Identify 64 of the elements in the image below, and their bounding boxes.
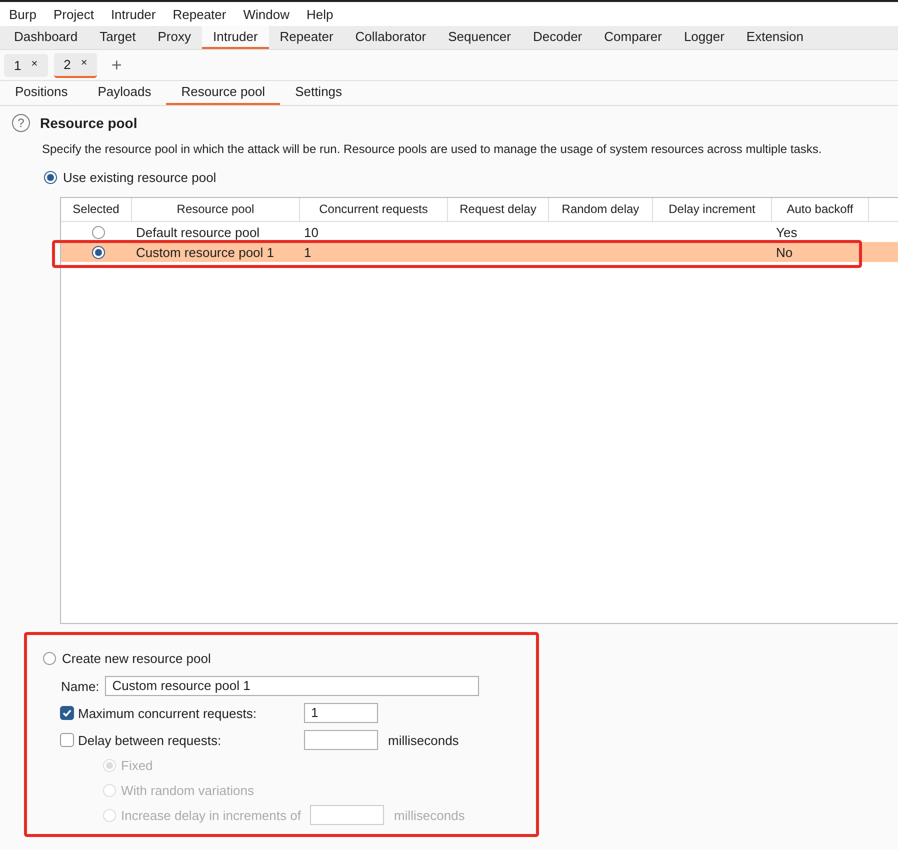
tool-tab[interactable]: Logger: [672, 26, 736, 49]
row-radio-button[interactable]: [92, 246, 105, 258]
tool-tab[interactable]: Target: [88, 26, 147, 49]
section-title: Resource pool: [40, 115, 138, 131]
attack-tab[interactable]: 2 ×: [54, 52, 98, 78]
close-icon[interactable]: ×: [31, 58, 38, 72]
radio-label: With random variations: [121, 782, 254, 798]
menu-item[interactable]: Intruder: [110, 6, 156, 22]
unit-label: milliseconds: [388, 732, 459, 748]
radio-label: Use existing resource pool: [63, 170, 216, 185]
number-field[interactable]: [310, 805, 384, 825]
checkbox-label: Delay between requests:: [78, 732, 222, 748]
tool-tab[interactable]: Intruder: [202, 26, 269, 49]
table-cell: No: [776, 244, 793, 260]
unit-label: milliseconds: [394, 808, 465, 822]
row-radio-button[interactable]: [92, 226, 105, 238]
table-row[interactable]: Default resource pool 10 Yes: [61, 222, 898, 242]
radio-button[interactable]: [43, 652, 56, 665]
tool-tab[interactable]: Comparer: [593, 26, 673, 49]
table-cell: Yes: [776, 224, 798, 240]
column-header[interactable]: Request delay: [448, 198, 549, 221]
number-field[interactable]: [304, 730, 378, 750]
checkbox[interactable]: [60, 706, 74, 720]
close-icon[interactable]: ×: [80, 56, 88, 72]
add-tab-button[interactable]: +: [103, 54, 130, 76]
tool-tab[interactable]: Sequencer: [437, 26, 522, 49]
section-description: Specify the resource pool in which the attack will be run. Resource pools are used to manage the usage of system resources across multiple tasks.: [42, 142, 823, 156]
radio-label: Fixed: [121, 758, 153, 772]
tool-tab[interactable]: Decoder: [522, 26, 594, 49]
section-tab[interactable]: Settings: [280, 81, 358, 105]
tool-tab[interactable]: Collaborator: [344, 26, 438, 49]
section-tab[interactable]: Payloads: [82, 81, 166, 105]
column-header[interactable]: Resource pool: [132, 198, 300, 221]
column-header[interactable]: Random delay: [549, 198, 653, 221]
table-row[interactable]: Custom resource pool 1 1 No: [61, 242, 898, 262]
name-field[interactable]: Custom resource pool 1: [105, 676, 480, 696]
tool-tab[interactable]: Proxy: [146, 26, 202, 49]
tool-tab[interactable]: Dashboard: [0, 26, 89, 49]
table-cell: 1: [304, 244, 312, 260]
menu-item[interactable]: Project: [53, 6, 94, 22]
menu-item[interactable]: Repeater: [172, 6, 226, 22]
section-tab[interactable]: Resource pool: [166, 81, 280, 105]
help-icon[interactable]: ?: [12, 114, 30, 132]
tool-tab[interactable]: Repeater: [268, 26, 344, 49]
number-field[interactable]: 1: [304, 703, 378, 723]
column-header[interactable]: Auto backoff: [772, 198, 869, 221]
menu-item[interactable]: Help: [306, 6, 334, 22]
table-cell: 10: [304, 224, 318, 240]
menu-item[interactable]: Burp: [9, 6, 36, 22]
radio-label: Create new resource pool: [62, 651, 211, 666]
section-tab[interactable]: Positions: [0, 81, 83, 105]
column-header[interactable]: Delay increment: [653, 198, 772, 221]
tool-tab[interactable]: Extension: [735, 26, 806, 49]
table-cell: Default resource pool: [136, 224, 260, 240]
checkbox-label: Maximum concurrent requests:: [78, 706, 258, 720]
column-header[interactable]: Concurrent requests: [300, 198, 448, 221]
field-label: Name:: [61, 678, 100, 694]
menu-item[interactable]: Window: [243, 6, 290, 22]
attack-tab[interactable]: 1 ×: [4, 54, 48, 76]
radio-label: Increase delay in increments of: [121, 808, 302, 822]
radio-button[interactable]: [44, 171, 57, 184]
column-header[interactable]: Selected: [61, 198, 132, 221]
checkbox[interactable]: [60, 733, 74, 747]
table-cell: Custom resource pool 1: [136, 244, 274, 260]
